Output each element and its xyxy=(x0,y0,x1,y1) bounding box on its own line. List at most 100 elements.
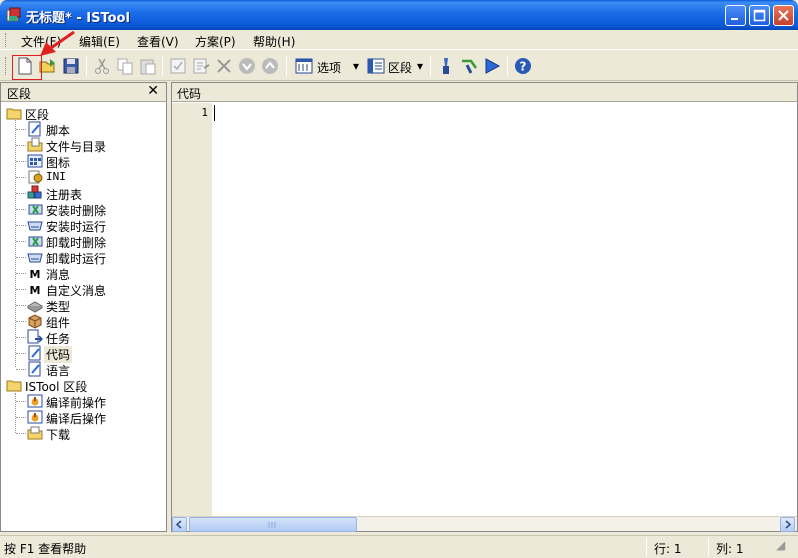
status-help-text: 按 F1 查看帮助 xyxy=(4,542,87,556)
tree-line xyxy=(16,353,26,354)
custom-messages-icon: M xyxy=(27,281,43,297)
window-title: 无标题* - ISTool xyxy=(26,11,130,26)
svg-text:?: ? xyxy=(520,60,527,74)
folder-icon xyxy=(6,377,22,393)
ini-file-icon xyxy=(27,169,43,185)
precompile-icon xyxy=(27,393,43,409)
script-icon xyxy=(27,121,43,137)
toolbar-grip xyxy=(5,57,8,75)
toolbar-separator xyxy=(286,56,287,76)
registry-icon xyxy=(27,185,43,201)
toolbar-separator xyxy=(86,56,87,76)
compile-icon[interactable] xyxy=(436,56,456,76)
sections-panel: 区段 ✕ 区段 脚本 文件与目录 图标 INI 注册表 安装时删除 安装时运行 … xyxy=(0,82,167,532)
minimize-button[interactable] xyxy=(725,5,746,26)
svg-text:M: M xyxy=(30,284,41,297)
tree-line xyxy=(15,113,16,367)
build-icon[interactable] xyxy=(459,56,479,76)
toolbar-separator xyxy=(507,56,508,76)
folder-icon xyxy=(6,105,22,121)
menu-edit[interactable]: 编辑(E) xyxy=(79,33,120,50)
download-icon xyxy=(27,425,43,441)
tree-line xyxy=(16,417,26,418)
tree-line xyxy=(16,145,26,146)
options-button[interactable]: 选项 xyxy=(317,59,341,76)
edit-item-icon[interactable] xyxy=(191,56,211,76)
sections-icon[interactable] xyxy=(366,56,386,76)
paste-icon[interactable] xyxy=(138,56,158,76)
tree-line xyxy=(16,209,26,210)
tree-line xyxy=(16,241,26,242)
scroll-left-icon[interactable] xyxy=(172,517,187,532)
icons-grid-icon xyxy=(27,153,43,169)
sections-button[interactable]: 区段 xyxy=(388,59,412,76)
files-folder-icon xyxy=(27,137,43,153)
options-dropdown-icon[interactable]: ▾ xyxy=(353,59,359,73)
move-up-icon[interactable] xyxy=(260,56,280,76)
copy-icon[interactable] xyxy=(115,56,135,76)
run-icon[interactable] xyxy=(482,56,502,76)
close-button[interactable] xyxy=(773,5,794,26)
line-number-gutter: 1 xyxy=(172,103,212,516)
cut-icon[interactable] xyxy=(92,56,112,76)
line-number: 1 xyxy=(201,106,208,119)
tree-line xyxy=(16,257,26,258)
types-icon xyxy=(26,297,44,313)
minimize-icon xyxy=(731,18,738,20)
red-arrow-icon xyxy=(40,30,75,56)
install-run-icon xyxy=(27,217,43,233)
status-row: 行: 1 xyxy=(654,542,682,556)
horizontal-scrollbar[interactable] xyxy=(172,516,797,532)
tree-line xyxy=(16,321,26,322)
tree-line xyxy=(16,289,26,290)
toolbar-separator xyxy=(162,56,163,76)
code-text-area[interactable] xyxy=(212,103,797,516)
uninstall-run-icon xyxy=(27,249,43,265)
status-separator xyxy=(708,538,709,556)
install-delete-icon xyxy=(27,201,43,217)
delete-icon[interactable] xyxy=(214,56,234,76)
uninstall-delete-icon xyxy=(27,233,43,249)
maximize-button[interactable] xyxy=(749,5,770,26)
help-icon[interactable]: ? xyxy=(513,56,533,76)
tree-line xyxy=(15,393,16,433)
toolbar-separator xyxy=(430,56,431,76)
toolbar: 选项 ▾ 区段 ▾ ? xyxy=(0,51,798,81)
scroll-right-icon[interactable] xyxy=(780,517,795,532)
close-panel-icon[interactable]: ✕ xyxy=(147,83,159,99)
tree-line xyxy=(16,305,26,306)
menu-bar: 文件(F) 编辑(E) 查看(V) 方案(P) 帮助(H) xyxy=(0,30,798,50)
options-icon[interactable] xyxy=(294,56,314,76)
components-box-icon xyxy=(27,313,43,329)
tree-line xyxy=(16,401,26,402)
tree-line xyxy=(16,193,26,194)
menu-help[interactable]: 帮助(H) xyxy=(253,33,295,50)
status-col: 列: 1 xyxy=(716,542,744,556)
resize-grip-icon[interactable]: ◢ xyxy=(776,538,785,552)
title-bar: 无标题* - ISTool xyxy=(0,0,798,30)
tree-line xyxy=(16,369,26,370)
menu-grip xyxy=(5,33,8,47)
code-icon xyxy=(27,345,43,361)
tree-line xyxy=(16,337,26,338)
tasks-icon xyxy=(27,329,44,345)
tree-line xyxy=(16,225,26,226)
languages-icon xyxy=(27,361,43,377)
maximize-icon xyxy=(753,9,766,22)
svg-text:M: M xyxy=(30,268,41,281)
scroll-thumb[interactable] xyxy=(189,517,357,532)
code-editor-title: 代码 xyxy=(177,87,202,101)
tree-line xyxy=(16,273,26,274)
tree-line xyxy=(16,129,26,130)
check-icon[interactable] xyxy=(168,56,188,76)
tree-line xyxy=(16,177,26,178)
tree-line xyxy=(16,433,26,434)
menu-view[interactable]: 查看(V) xyxy=(137,33,179,50)
status-bar: 按 F1 查看帮助 行: 1 列: 1 ◢ xyxy=(0,535,798,558)
tree-line xyxy=(16,161,26,162)
save-icon[interactable] xyxy=(61,56,81,76)
sections-dropdown-icon[interactable]: ▾ xyxy=(417,59,423,73)
menu-project[interactable]: 方案(P) xyxy=(195,33,236,50)
postcompile-icon xyxy=(27,409,43,425)
move-down-icon[interactable] xyxy=(237,56,257,76)
